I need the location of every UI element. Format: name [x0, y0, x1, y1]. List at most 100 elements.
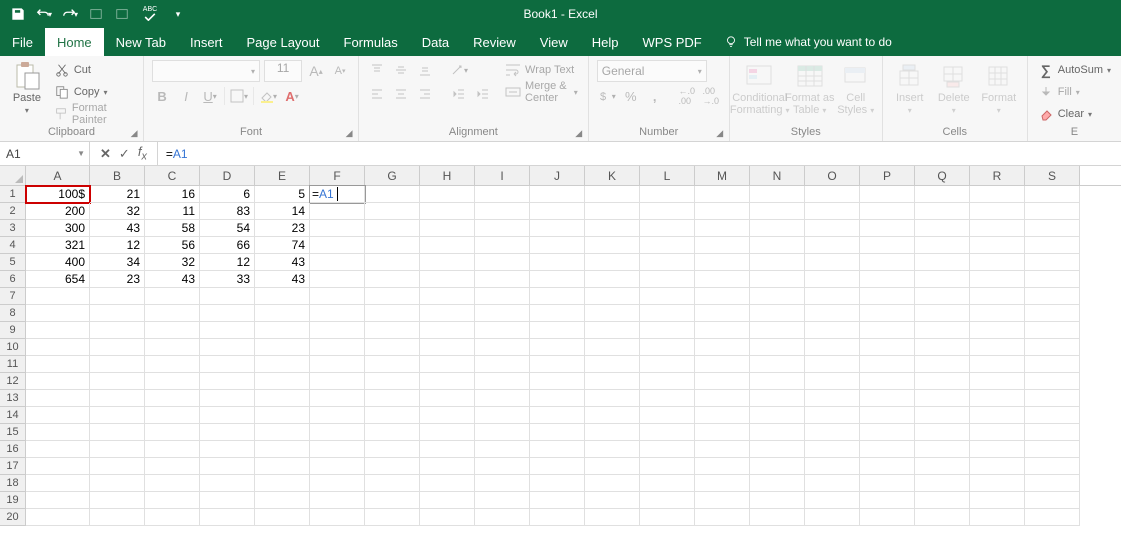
- column-header-I[interactable]: I: [475, 166, 530, 185]
- cell-L9[interactable]: [640, 322, 695, 339]
- cell-O10[interactable]: [805, 339, 860, 356]
- cell-R4[interactable]: [970, 237, 1025, 254]
- cell-E16[interactable]: [255, 441, 310, 458]
- cell-Q20[interactable]: [915, 509, 970, 526]
- enter-formula-icon[interactable]: ✓: [119, 146, 130, 162]
- cell-F16[interactable]: [310, 441, 365, 458]
- cell-M1[interactable]: [695, 186, 750, 203]
- row-header-10[interactable]: 10: [0, 339, 26, 356]
- cell-E13[interactable]: [255, 390, 310, 407]
- cell-K13[interactable]: [585, 390, 640, 407]
- cell-E2[interactable]: 14: [255, 203, 310, 220]
- cell-I6[interactable]: [475, 271, 530, 288]
- row-header-14[interactable]: 14: [0, 407, 26, 424]
- cell-Q14[interactable]: [915, 407, 970, 424]
- cell-I13[interactable]: [475, 390, 530, 407]
- cell-S4[interactable]: [1025, 237, 1080, 254]
- font-name-dropdown[interactable]: ▾: [152, 60, 260, 82]
- cell-P6[interactable]: [860, 271, 915, 288]
- cell-K9[interactable]: [585, 322, 640, 339]
- cell-S19[interactable]: [1025, 492, 1080, 509]
- cell-F1[interactable]: =A1: [310, 186, 365, 203]
- cell-E4[interactable]: 74: [255, 237, 310, 254]
- cell-B6[interactable]: 23: [90, 271, 145, 288]
- cell-D11[interactable]: [200, 356, 255, 373]
- cell-E3[interactable]: 23: [255, 220, 310, 237]
- cell-L12[interactable]: [640, 373, 695, 390]
- cell-R3[interactable]: [970, 220, 1025, 237]
- cell-N11[interactable]: [750, 356, 805, 373]
- cell-C15[interactable]: [145, 424, 200, 441]
- tab-home[interactable]: Home: [45, 28, 104, 56]
- cell-N10[interactable]: [750, 339, 805, 356]
- cell-A2[interactable]: 200: [26, 203, 90, 220]
- decrease-font-icon[interactable]: A▾: [330, 61, 350, 81]
- cell-N20[interactable]: [750, 509, 805, 526]
- cell-M11[interactable]: [695, 356, 750, 373]
- tab-data[interactable]: Data: [410, 28, 461, 56]
- cell-Q11[interactable]: [915, 356, 970, 373]
- cell-P10[interactable]: [860, 339, 915, 356]
- cell-N2[interactable]: [750, 203, 805, 220]
- cell-K19[interactable]: [585, 492, 640, 509]
- cell-H16[interactable]: [420, 441, 475, 458]
- borders-icon[interactable]: ▾: [229, 86, 249, 106]
- orientation-icon[interactable]: ▾: [449, 60, 469, 80]
- cell-D18[interactable]: [200, 475, 255, 492]
- cell-H12[interactable]: [420, 373, 475, 390]
- cell-O9[interactable]: [805, 322, 860, 339]
- cell-H13[interactable]: [420, 390, 475, 407]
- cell-Q9[interactable]: [915, 322, 970, 339]
- cell-H7[interactable]: [420, 288, 475, 305]
- cell-F18[interactable]: [310, 475, 365, 492]
- redo-icon[interactable]: ▾: [58, 3, 82, 25]
- cell-G20[interactable]: [365, 509, 420, 526]
- cell-S7[interactable]: [1025, 288, 1080, 305]
- cell-P19[interactable]: [860, 492, 915, 509]
- cancel-formula-icon[interactable]: ✕: [100, 146, 111, 162]
- cell-H5[interactable]: [420, 254, 475, 271]
- select-all-button[interactable]: [0, 166, 26, 185]
- cell-S6[interactable]: [1025, 271, 1080, 288]
- cell-B20[interactable]: [90, 509, 145, 526]
- cell-B7[interactable]: [90, 288, 145, 305]
- cell-I16[interactable]: [475, 441, 530, 458]
- cell-M16[interactable]: [695, 441, 750, 458]
- cell-J13[interactable]: [530, 390, 585, 407]
- cell-P11[interactable]: [860, 356, 915, 373]
- copy-button[interactable]: Copy ▾: [52, 82, 135, 102]
- cell-B3[interactable]: 43: [90, 220, 145, 237]
- format-painter-button[interactable]: Format Painter: [52, 104, 135, 124]
- cell-B16[interactable]: [90, 441, 145, 458]
- cell-J14[interactable]: [530, 407, 585, 424]
- row-header-4[interactable]: 4: [0, 237, 26, 254]
- wrap-text-button[interactable]: Wrap Text: [503, 60, 580, 80]
- cell-D1[interactable]: 6: [200, 186, 255, 203]
- cell-N14[interactable]: [750, 407, 805, 424]
- cell-R9[interactable]: [970, 322, 1025, 339]
- cell-L4[interactable]: [640, 237, 695, 254]
- font-color-icon[interactable]: A▾: [282, 86, 302, 106]
- cell-G6[interactable]: [365, 271, 420, 288]
- undo-icon[interactable]: ▾: [32, 3, 56, 25]
- row-header-2[interactable]: 2: [0, 203, 26, 220]
- cell-J16[interactable]: [530, 441, 585, 458]
- cell-G9[interactable]: [365, 322, 420, 339]
- cell-F13[interactable]: [310, 390, 365, 407]
- cell-D15[interactable]: [200, 424, 255, 441]
- align-bottom-icon[interactable]: [415, 60, 435, 80]
- cell-I2[interactable]: [475, 203, 530, 220]
- save-icon[interactable]: [6, 3, 30, 25]
- cell-S14[interactable]: [1025, 407, 1080, 424]
- cell-B17[interactable]: [90, 458, 145, 475]
- cell-I12[interactable]: [475, 373, 530, 390]
- cell-H8[interactable]: [420, 305, 475, 322]
- cell-A13[interactable]: [26, 390, 90, 407]
- tab-insert[interactable]: Insert: [178, 28, 235, 56]
- cell-L7[interactable]: [640, 288, 695, 305]
- tab-new-tab[interactable]: New Tab: [104, 28, 178, 56]
- cell-J11[interactable]: [530, 356, 585, 373]
- cell-M7[interactable]: [695, 288, 750, 305]
- cell-M10[interactable]: [695, 339, 750, 356]
- cell-S1[interactable]: [1025, 186, 1080, 203]
